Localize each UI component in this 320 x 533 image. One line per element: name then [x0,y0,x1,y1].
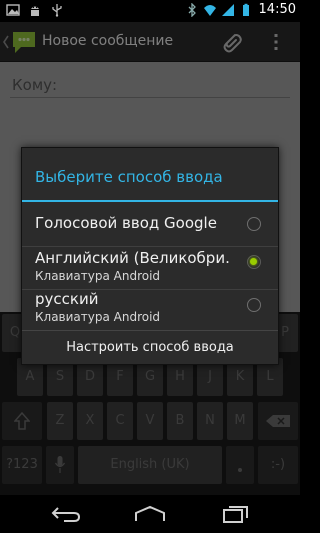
battery-icon [242,3,249,16]
input-option-russian[interactable]: русский Клавиатура Android [22,290,278,330]
back-icon[interactable] [50,504,82,524]
signal-icon [221,3,234,16]
input-option-label: Голосовой ввод Google [35,214,217,232]
bluetooth-icon [188,2,196,17]
input-option-subtitle: Клавиатура Android [35,310,161,324]
input-option-label: Английский (Великобри. [35,249,230,267]
wifi-icon [203,4,216,16]
dialog-title: Выберите способ ввода [35,168,223,186]
input-option-subtitle: Клавиатура Android [35,269,161,283]
input-option-english-uk[interactable]: Английский (Великобри. Клавиатура Androi… [22,247,278,289]
gallery-icon [6,4,20,16]
input-option-google-voice[interactable]: Голосовой ввод Google [22,202,278,246]
radio-button[interactable] [247,298,261,312]
radio-button-selected[interactable] [247,255,261,269]
input-method-dialog: Выберите способ ввода Голосовой ввод Goo… [21,147,279,365]
navigation-bar [0,495,300,533]
radio-button[interactable] [247,217,261,231]
configure-input-methods-button[interactable]: Настроить способ ввода [22,330,278,364]
usb-icon [52,4,62,17]
status-bar: 14:50 [0,0,300,22]
recent-apps-icon[interactable] [222,504,250,524]
input-option-label: русский [35,290,99,308]
android-debug-icon [31,6,39,16]
status-time: 14:50 [258,2,296,17]
home-icon[interactable] [133,504,167,524]
